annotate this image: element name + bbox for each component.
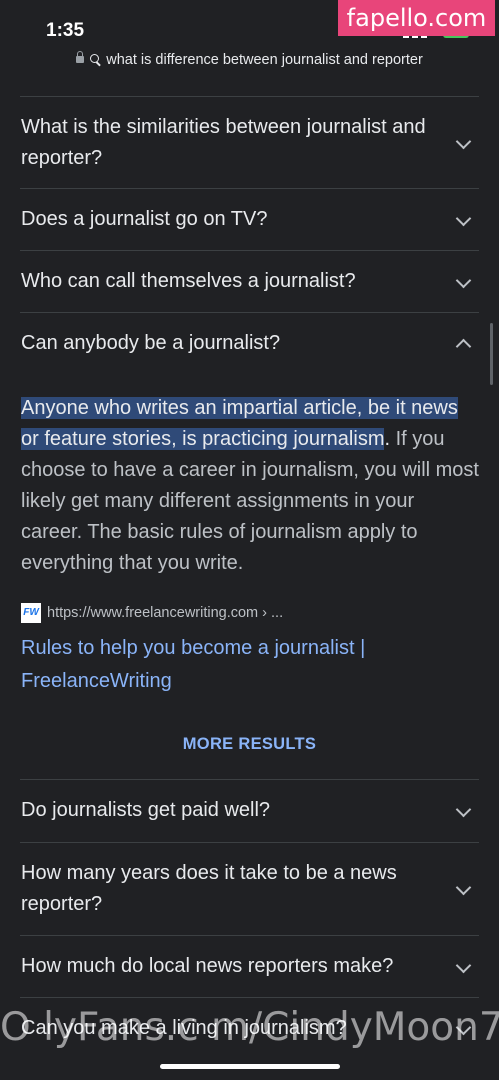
chevron-down-icon[interactable] [455,801,472,818]
divider [20,250,479,251]
url-bar[interactable]: what is difference between journalist an… [0,50,499,74]
freelancewriting-logo-icon: FW [21,603,41,623]
chevron-down-icon[interactable] [455,957,472,974]
watermark-bottom: O lyFans.c m/CindyMoon7 [0,1005,499,1050]
more-results-button[interactable]: MORE RESULTS [0,735,499,754]
answer-text: Anyone who writes an impartial article, … [21,393,479,579]
chevron-down-icon[interactable] [455,210,472,227]
divider [20,779,479,780]
faq-question: How many years does it take to be a news… [21,862,397,915]
divider [20,96,479,97]
faq-question: Do journalists get paid well? [21,799,271,821]
status-time: 1:35 [46,20,85,41]
chevron-down-icon[interactable] [455,879,472,896]
faq-question: How much do local news reporters make? [21,955,394,977]
scrollbar[interactable] [490,323,493,385]
source[interactable]: FW https://www.freelancewriting.com › ... [21,603,283,625]
faq-question: What is the similarities between journal… [21,116,426,169]
watermark-top: fapello.com [338,0,495,36]
url-query: what is difference between journalist an… [106,52,423,68]
divider [20,935,479,936]
divider [20,997,479,998]
chevron-down-icon[interactable] [455,133,472,150]
source-url[interactable]: https://www.freelancewriting.com › ... [47,605,283,621]
chevron-up-icon[interactable] [455,338,472,355]
lock-icon [76,50,85,63]
result-link[interactable]: Rules to help you become a journalist | … [21,632,461,698]
faq-question: Can anybody be a journalist? [21,332,281,354]
divider [20,312,479,313]
search-icon [90,53,100,63]
faq-question: Does a journalist go on TV? [21,208,268,230]
home-indicator[interactable] [160,1064,340,1069]
divider [20,842,479,843]
faq-question: Who can call themselves a journalist? [21,270,356,292]
divider [20,188,479,189]
chevron-down-icon[interactable] [455,272,472,289]
